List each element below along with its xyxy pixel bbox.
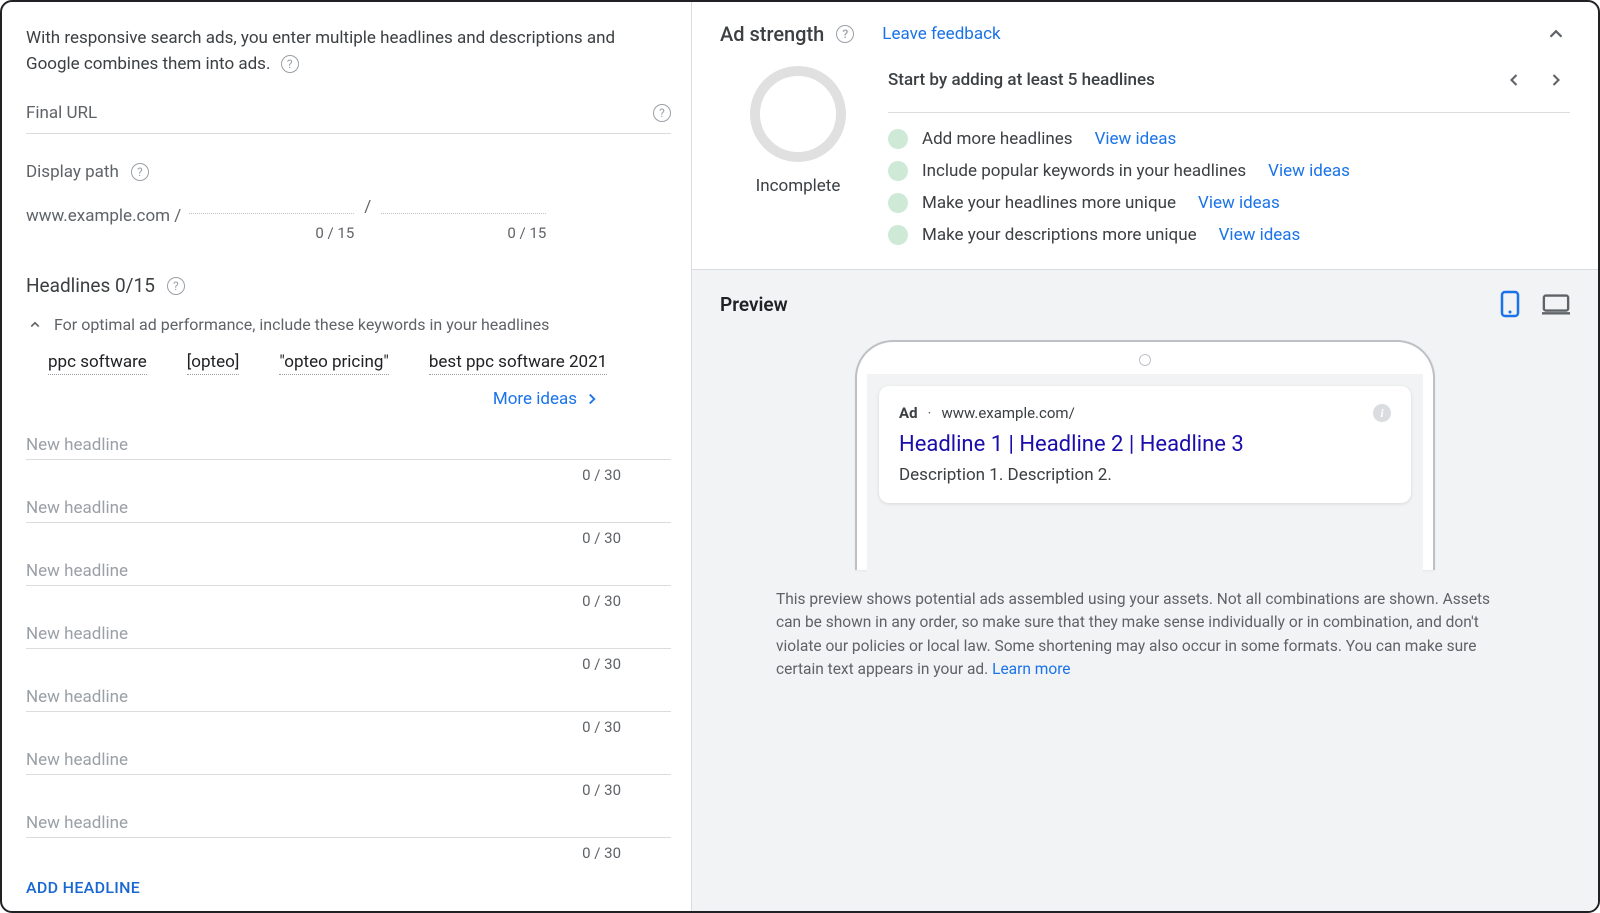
preview-title: Preview <box>720 293 788 316</box>
add-headline-button[interactable]: ADD HEADLINE <box>26 878 671 897</box>
display-path-label: Display path <box>26 162 119 182</box>
path-slash: / <box>364 197 371 217</box>
keyword-chip[interactable]: [opteo] <box>187 352 240 375</box>
headline-input[interactable]: New headline <box>26 677 671 712</box>
suggestion-item: Make your headlines more unique View idea… <box>888 193 1570 213</box>
collapse-button[interactable] <box>1542 20 1570 48</box>
gauge-label: Incomplete <box>756 176 841 196</box>
suggestion-text: Include popular keywords in your headlin… <box>922 161 1246 181</box>
ad-tag: Ad <box>899 404 918 422</box>
headline-counter: 0 / 30 <box>26 775 671 799</box>
help-icon[interactable]: ? <box>653 104 671 122</box>
headline-counter: 0 / 30 <box>26 460 671 484</box>
desktop-icon <box>1542 292 1570 316</box>
ad-preview-url: www.example.com/ <box>941 404 1074 422</box>
keyword-chips: ppc software [opteo] "opteo pricing" best p… <box>48 352 671 375</box>
final-url-field[interactable]: Final URL ? <box>26 97 671 134</box>
display-path-prefix: www.example.com / <box>26 206 181 226</box>
ad-strength-title: Ad strength <box>720 22 824 46</box>
headline-counter: 0 / 30 <box>26 586 671 610</box>
keyword-chip[interactable]: best ppc software 2021 <box>429 352 607 375</box>
headline-counter: 0 / 30 <box>26 523 671 547</box>
help-icon[interactable]: ? <box>167 277 185 295</box>
help-icon[interactable]: ? <box>836 25 854 43</box>
left-panel: With responsive search ads, you enter mu… <box>2 2 692 911</box>
view-ideas-link[interactable]: View ideas <box>1095 129 1177 149</box>
path1-counter: 0 / 15 <box>315 224 354 242</box>
help-icon[interactable]: ? <box>131 163 149 181</box>
preview-note-text: This preview shows potential ads assembl… <box>776 590 1490 678</box>
final-url-label: Final URL <box>26 103 97 123</box>
suggestion-text: Make your descriptions more unique <box>922 225 1197 245</box>
more-ideas-link[interactable]: More ideas <box>26 389 601 409</box>
path2-counter: 0 / 15 <box>507 224 546 242</box>
ad-preview-card: Ad · www.example.com/ i Headline 1 | Hea… <box>879 386 1411 503</box>
chevron-right-icon <box>1546 70 1566 90</box>
headline-input[interactable]: New headline <box>26 803 671 838</box>
gauge-ring-icon <box>750 66 846 162</box>
headline-counter: 0 / 30 <box>26 838 671 862</box>
next-suggestion-button[interactable] <box>1542 66 1570 94</box>
chevron-left-icon <box>1504 70 1524 90</box>
status-dot-icon <box>888 193 908 213</box>
suggestion-item: Make your descriptions more unique View i… <box>888 225 1570 245</box>
headline-input[interactable]: New headline <box>26 740 671 775</box>
headline-input[interactable]: New headline <box>26 614 671 649</box>
chevron-up-icon <box>1545 23 1567 45</box>
chevron-right-icon <box>583 390 601 408</box>
suggestion-item: Add more headlines View ideas <box>888 129 1570 149</box>
mobile-icon <box>1500 290 1520 318</box>
path1-input[interactable] <box>189 190 354 214</box>
info-icon[interactable]: i <box>1373 404 1391 422</box>
suggestion-text: Add more headlines <box>922 129 1073 149</box>
intro-text-content: With responsive search ads, you enter mu… <box>26 28 615 74</box>
strength-gauge: Incomplete <box>750 66 846 245</box>
headline-counter: 0 / 30 <box>26 712 671 736</box>
more-ideas-label: More ideas <box>493 389 577 409</box>
phone-frame: Ad · www.example.com/ i Headline 1 | Hea… <box>855 340 1435 570</box>
leave-feedback-link[interactable]: Leave feedback <box>882 24 1000 44</box>
view-ideas-link[interactable]: View ideas <box>1198 193 1280 213</box>
view-ideas-link[interactable]: View ideas <box>1219 225 1301 245</box>
mobile-preview-button[interactable] <box>1496 290 1524 318</box>
status-dot-icon <box>888 161 908 181</box>
view-ideas-link[interactable]: View ideas <box>1268 161 1350 181</box>
preview-note: This preview shows potential ads assembl… <box>776 588 1514 681</box>
status-dot-icon <box>888 129 908 149</box>
status-dot-icon <box>888 225 908 245</box>
chevron-up-icon <box>26 316 44 334</box>
ad-strength-header: Ad strength ? Leave feedback <box>692 2 1598 66</box>
ad-preview-description: Description 1. Description 2. <box>899 465 1391 485</box>
preview-section: Preview Ad · <box>692 269 1598 911</box>
intro-text: With responsive search ads, you enter mu… <box>26 26 671 77</box>
desktop-preview-button[interactable] <box>1542 290 1570 318</box>
ad-preview-headline: Headline 1 | Headline 2 | Headline 3 <box>899 432 1391 457</box>
path2-input[interactable] <box>381 190 546 214</box>
right-panel: Ad strength ? Leave feedback Incomplete … <box>692 2 1598 911</box>
suggest-title: Start by adding at least 5 headlines <box>888 70 1155 90</box>
suggestion-item: Include popular keywords in your headlin… <box>888 161 1570 181</box>
prev-suggestion-button[interactable] <box>1500 66 1528 94</box>
display-path-row: www.example.com / 0 / 15 / 0 / 15 <box>26 190 671 242</box>
help-icon[interactable]: ? <box>281 55 299 73</box>
headline-input[interactable]: New headline <box>26 488 671 523</box>
headlines-title: Headlines 0/15 <box>26 274 155 297</box>
keyword-suggestion-toggle[interactable]: For optimal ad performance, include thes… <box>26 315 671 334</box>
headline-counter: 0 / 30 <box>26 649 671 673</box>
headline-input[interactable]: New headline <box>26 425 671 460</box>
keyword-hint-text: For optimal ad performance, include thes… <box>54 315 549 334</box>
suggestion-text: Make your headlines more unique <box>922 193 1176 213</box>
keyword-chip[interactable]: "opteo pricing" <box>279 352 389 375</box>
headline-input[interactable]: New headline <box>26 551 671 586</box>
keyword-chip[interactable]: ppc software <box>48 352 147 375</box>
learn-more-link[interactable]: Learn more <box>992 660 1070 678</box>
phone-speaker-icon <box>1139 354 1151 366</box>
ad-dot-separator: · <box>928 404 932 422</box>
